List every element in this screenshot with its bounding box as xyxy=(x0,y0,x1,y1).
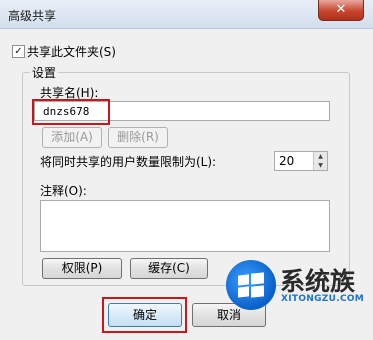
spin-down-icon[interactable]: ▼ xyxy=(313,161,327,170)
user-limit-value: 20 xyxy=(279,154,295,168)
comment-textarea[interactable] xyxy=(40,200,330,252)
comment-label: 注释(O): xyxy=(40,184,87,198)
permissions-button[interactable]: 权限(P) xyxy=(42,258,122,279)
share-folder-checkbox[interactable]: ✓ xyxy=(12,45,25,58)
user-limit-spinner[interactable]: 20 ▲ ▼ xyxy=(274,151,328,171)
permissions-button-label: 权限(P) xyxy=(61,261,103,275)
watermark-url: XITONGZU.COM xyxy=(281,294,365,304)
add-button-label: 添加(A) xyxy=(51,130,93,144)
settings-group-title: 设置 xyxy=(30,64,59,81)
highlight-share-name xyxy=(32,99,110,125)
user-limit-label: 将同时共享的用户数量限制为(L): xyxy=(40,155,217,169)
remove-button[interactable]: 删除(R) xyxy=(108,127,168,148)
cache-button[interactable]: 缓存(C) xyxy=(130,258,208,279)
add-button[interactable]: 添加(A) xyxy=(42,127,102,148)
spinner-buttons: ▲ ▼ xyxy=(313,152,327,170)
watermark-brand: 系统族 xyxy=(280,267,356,296)
highlight-ok-button xyxy=(102,297,187,333)
remove-button-label: 删除(R) xyxy=(117,130,159,144)
close-icon: ✕ xyxy=(335,2,347,17)
watermark: 系统族 XITONGZU.COM xyxy=(226,258,373,340)
close-button[interactable]: ✕ xyxy=(318,0,364,21)
title-bar: 高级共享 ✕ xyxy=(0,0,373,29)
share-folder-label[interactable]: 共享此文件夹(S) xyxy=(27,43,116,60)
checkmark-icon: ✓ xyxy=(14,46,23,57)
windows-logo-icon xyxy=(226,260,276,310)
cache-button-label: 缓存(C) xyxy=(148,261,190,275)
window-title: 高级共享 xyxy=(8,9,57,23)
spin-up-icon[interactable]: ▲ xyxy=(313,152,327,161)
